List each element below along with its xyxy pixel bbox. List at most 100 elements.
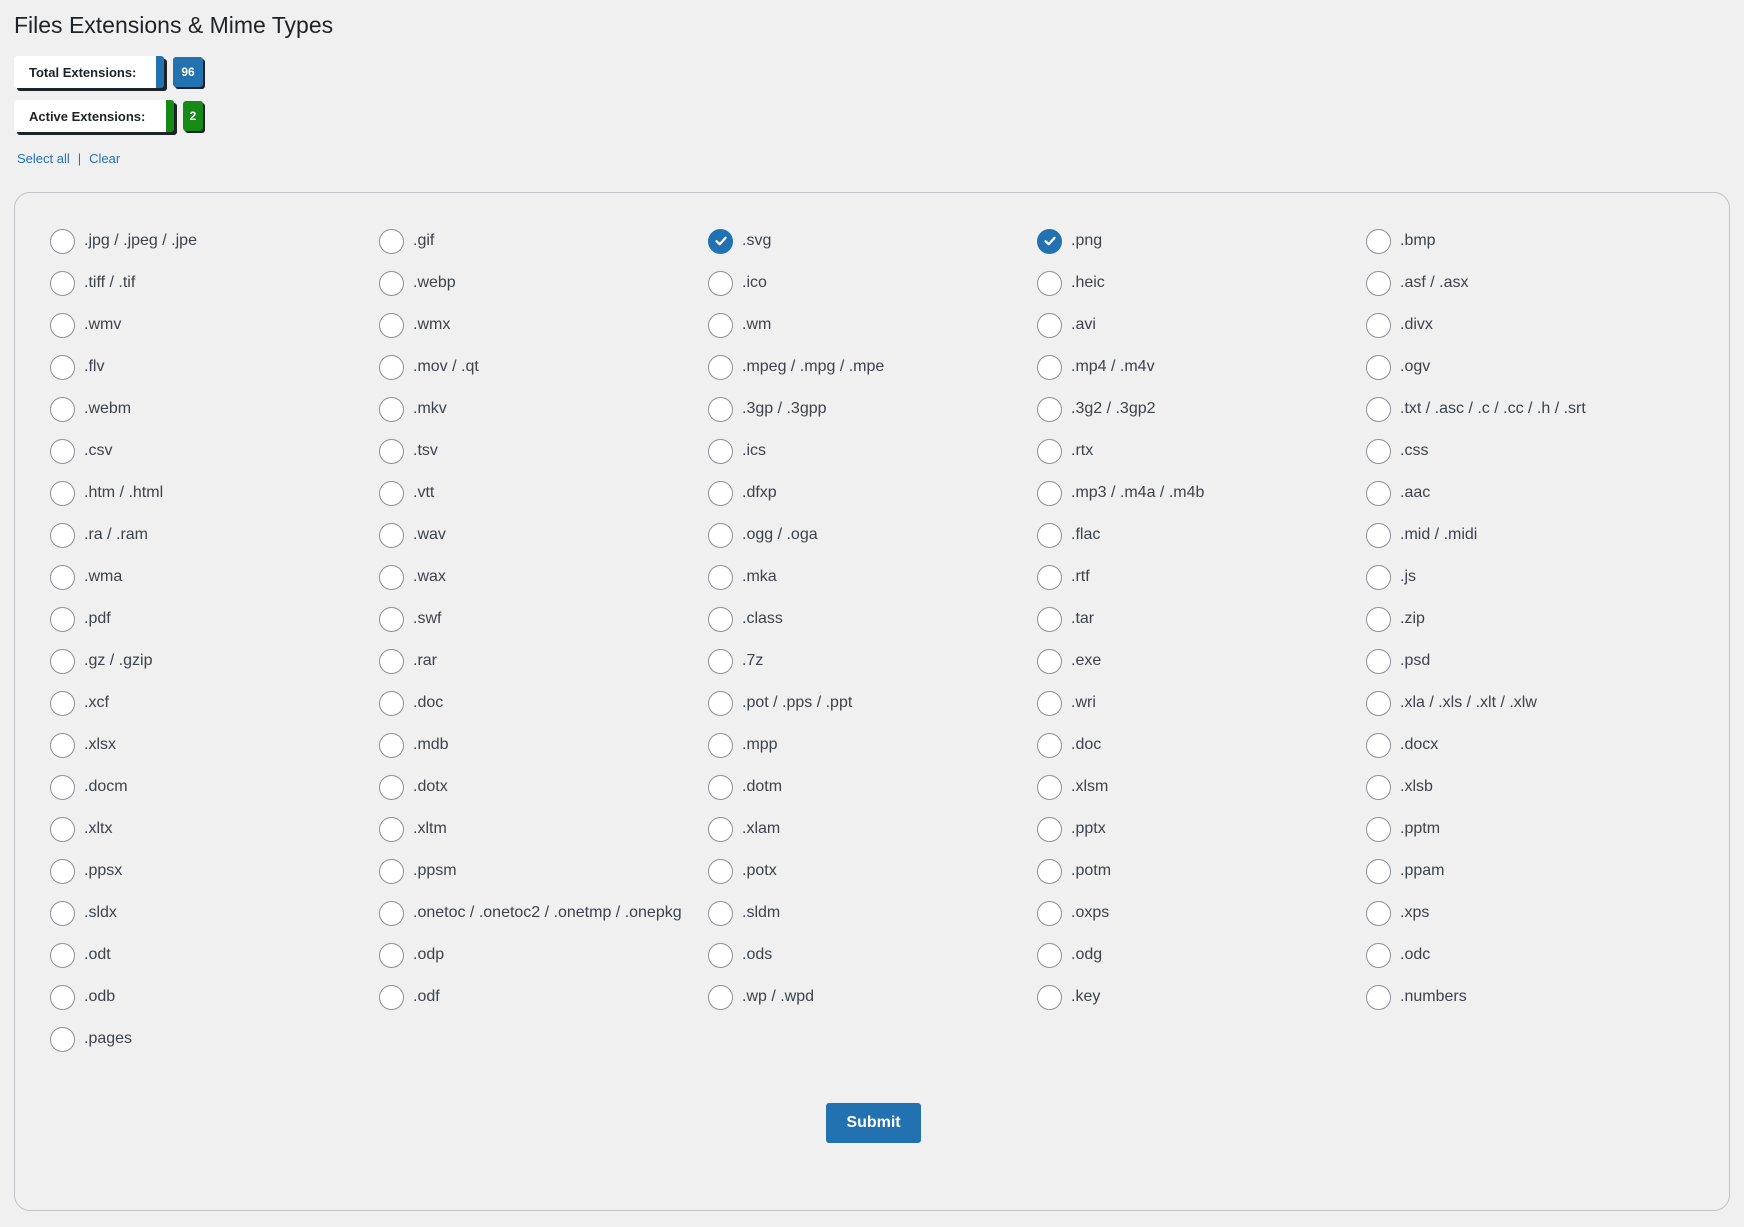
radio-unchecked-icon[interactable]	[1366, 942, 1391, 968]
extension-option[interactable]: .key	[1037, 976, 1366, 1018]
extension-option[interactable]: .flv	[50, 346, 379, 388]
extension-option[interactable]: .onetoc / .onetoc2 / .onetmp / .onepkg	[379, 892, 708, 934]
radio-unchecked-icon[interactable]	[50, 480, 75, 506]
extension-option[interactable]: .wmv	[50, 304, 379, 346]
extension-option[interactable]: .pptx	[1037, 808, 1366, 850]
extension-option[interactable]: .docx	[1366, 724, 1695, 766]
radio-unchecked-icon[interactable]	[1366, 774, 1391, 800]
extension-option[interactable]: .ppam	[1366, 850, 1695, 892]
extension-option[interactable]: .docm	[50, 766, 379, 808]
extension-option[interactable]: .class	[708, 598, 1037, 640]
radio-unchecked-icon[interactable]	[50, 396, 75, 422]
extension-option[interactable]: .mpeg / .mpg / .mpe	[708, 346, 1037, 388]
extension-option[interactable]: .htm / .html	[50, 472, 379, 514]
extension-option[interactable]: .flac	[1037, 514, 1366, 556]
extension-option[interactable]: .zip	[1366, 598, 1695, 640]
radio-checked-icon[interactable]	[708, 228, 733, 254]
radio-unchecked-icon[interactable]	[708, 438, 733, 464]
extension-option[interactable]: .ico	[708, 262, 1037, 304]
extension-option[interactable]: .sldx	[50, 892, 379, 934]
radio-unchecked-icon[interactable]	[708, 816, 733, 842]
extension-option[interactable]: .xlsb	[1366, 766, 1695, 808]
radio-unchecked-icon[interactable]	[708, 312, 733, 338]
extension-option[interactable]: .txt / .asc / .c / .cc / .h / .srt	[1366, 388, 1695, 430]
extension-option[interactable]: .aac	[1366, 472, 1695, 514]
extension-option[interactable]: .xltx	[50, 808, 379, 850]
extension-option[interactable]: .7z	[708, 640, 1037, 682]
radio-unchecked-icon[interactable]	[708, 858, 733, 884]
radio-unchecked-icon[interactable]	[50, 942, 75, 968]
extension-option[interactable]: .mid / .midi	[1366, 514, 1695, 556]
radio-unchecked-icon[interactable]	[1037, 564, 1062, 590]
radio-unchecked-icon[interactable]	[50, 606, 75, 632]
radio-unchecked-icon[interactable]	[379, 522, 404, 548]
extension-option[interactable]: .divx	[1366, 304, 1695, 346]
extension-option[interactable]: .dotx	[379, 766, 708, 808]
radio-unchecked-icon[interactable]	[1037, 942, 1062, 968]
radio-unchecked-icon[interactable]	[708, 606, 733, 632]
radio-unchecked-icon[interactable]	[379, 270, 404, 296]
radio-unchecked-icon[interactable]	[379, 816, 404, 842]
extension-option[interactable]: .gz / .gzip	[50, 640, 379, 682]
extension-option[interactable]: .potx	[708, 850, 1037, 892]
radio-unchecked-icon[interactable]	[1037, 774, 1062, 800]
radio-unchecked-icon[interactable]	[708, 396, 733, 422]
extension-option[interactable]: .odf	[379, 976, 708, 1018]
extension-option[interactable]: .tsv	[379, 430, 708, 472]
extension-option[interactable]: .doc	[1037, 724, 1366, 766]
submit-button[interactable]: Submit	[826, 1103, 921, 1143]
radio-unchecked-icon[interactable]	[708, 942, 733, 968]
extension-option[interactable]: .svg	[708, 220, 1037, 262]
extension-option[interactable]: .ra / .ram	[50, 514, 379, 556]
radio-unchecked-icon[interactable]	[379, 564, 404, 590]
radio-unchecked-icon[interactable]	[1037, 648, 1062, 674]
radio-unchecked-icon[interactable]	[708, 648, 733, 674]
extension-option[interactable]: .pot / .pps / .ppt	[708, 682, 1037, 724]
radio-unchecked-icon[interactable]	[1037, 858, 1062, 884]
extension-option[interactable]: .wp / .wpd	[708, 976, 1037, 1018]
radio-unchecked-icon[interactable]	[1366, 312, 1391, 338]
radio-unchecked-icon[interactable]	[50, 438, 75, 464]
radio-unchecked-icon[interactable]	[1366, 732, 1391, 758]
radio-unchecked-icon[interactable]	[1037, 690, 1062, 716]
extension-option[interactable]: .exe	[1037, 640, 1366, 682]
extension-option[interactable]: .bmp	[1366, 220, 1695, 262]
radio-unchecked-icon[interactable]	[708, 690, 733, 716]
extension-option[interactable]: .mp3 / .m4a / .m4b	[1037, 472, 1366, 514]
extension-option[interactable]: .csv	[50, 430, 379, 472]
extension-option[interactable]: .wri	[1037, 682, 1366, 724]
radio-unchecked-icon[interactable]	[50, 774, 75, 800]
radio-unchecked-icon[interactable]	[50, 984, 75, 1010]
radio-unchecked-icon[interactable]	[708, 774, 733, 800]
select-all-link[interactable]: Select all	[17, 151, 70, 166]
extension-option[interactable]: .ppsm	[379, 850, 708, 892]
extension-option[interactable]: .mov / .qt	[379, 346, 708, 388]
radio-unchecked-icon[interactable]	[708, 900, 733, 926]
extension-option[interactable]: .mkv	[379, 388, 708, 430]
radio-unchecked-icon[interactable]	[50, 522, 75, 548]
extension-option[interactable]: .tiff / .tif	[50, 262, 379, 304]
extension-option[interactable]: .tar	[1037, 598, 1366, 640]
radio-unchecked-icon[interactable]	[50, 270, 75, 296]
radio-unchecked-icon[interactable]	[1037, 270, 1062, 296]
extension-option[interactable]: .wmx	[379, 304, 708, 346]
extension-option[interactable]: .rtf	[1037, 556, 1366, 598]
extension-option[interactable]: .gif	[379, 220, 708, 262]
radio-unchecked-icon[interactable]	[1037, 900, 1062, 926]
radio-unchecked-icon[interactable]	[50, 690, 75, 716]
extension-option[interactable]: .mpp	[708, 724, 1037, 766]
radio-unchecked-icon[interactable]	[1037, 606, 1062, 632]
extension-option[interactable]: .css	[1366, 430, 1695, 472]
extension-option[interactable]: .psd	[1366, 640, 1695, 682]
extension-option[interactable]: .wax	[379, 556, 708, 598]
extension-option[interactable]: .pages	[50, 1018, 379, 1060]
radio-unchecked-icon[interactable]	[379, 648, 404, 674]
radio-unchecked-icon[interactable]	[1037, 480, 1062, 506]
extension-option[interactable]: .3gp / .3gpp	[708, 388, 1037, 430]
radio-unchecked-icon[interactable]	[1366, 354, 1391, 380]
radio-unchecked-icon[interactable]	[379, 732, 404, 758]
radio-unchecked-icon[interactable]	[708, 984, 733, 1010]
radio-unchecked-icon[interactable]	[1366, 228, 1391, 254]
extension-option[interactable]: .swf	[379, 598, 708, 640]
extension-option[interactable]: .dotm	[708, 766, 1037, 808]
